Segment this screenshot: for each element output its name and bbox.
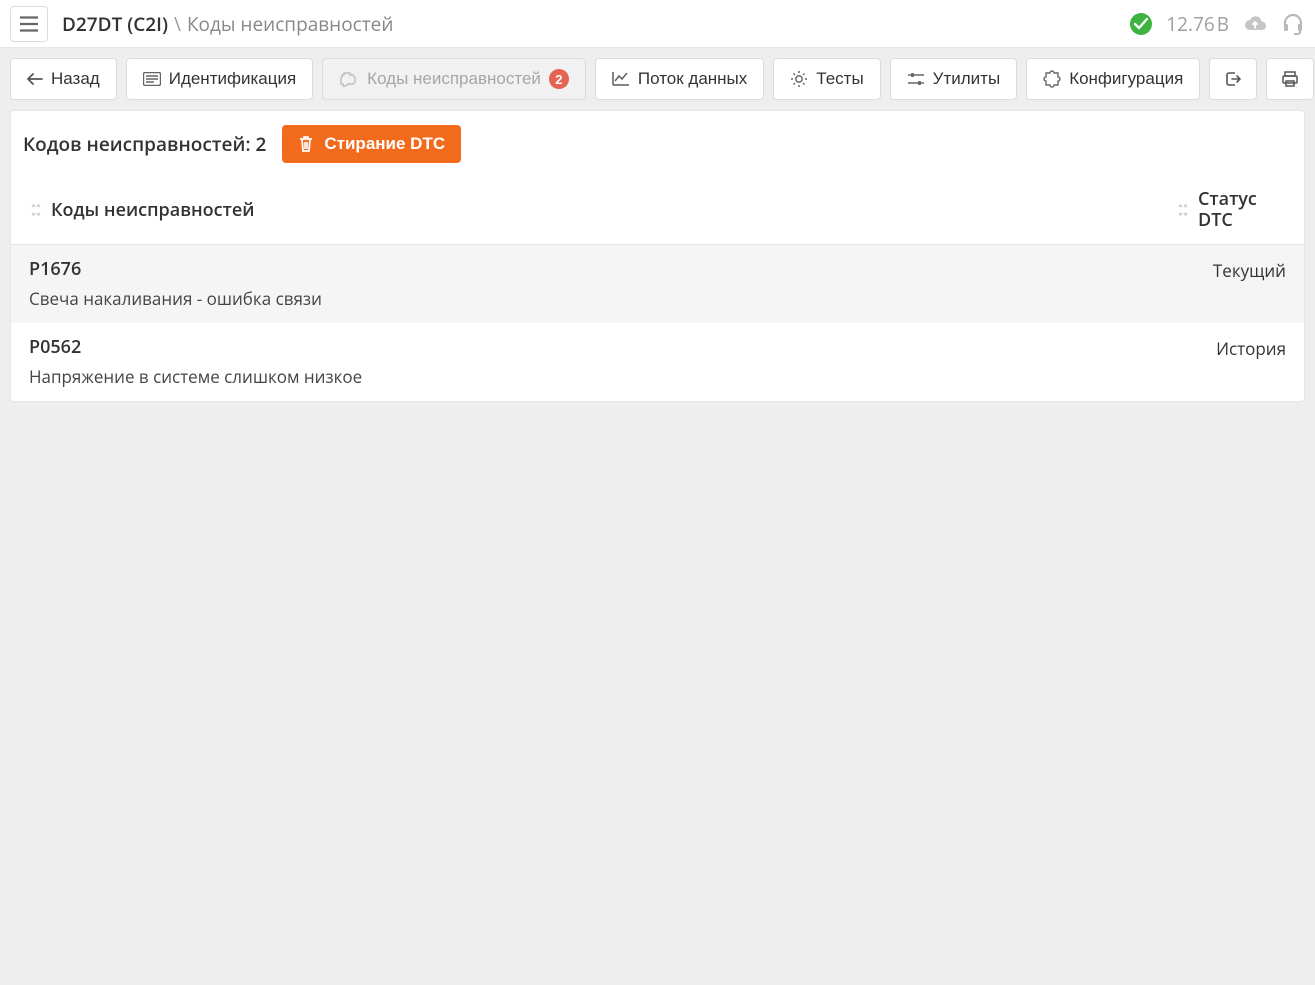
dtc-description: Напряжение в системе слишком низкое xyxy=(29,365,1176,388)
hamburger-icon xyxy=(20,16,38,32)
fault-codes-panel: Кодов неисправностей: 2 Стирание DTC Код… xyxy=(10,110,1305,402)
panel-title: Кодов неисправностей: 2 xyxy=(23,131,266,157)
toolbar: Назад Идентификация Коды неисправностей … xyxy=(0,48,1315,110)
table-row[interactable]: P1676 Свеча накаливания - ошибка связи Т… xyxy=(11,245,1304,323)
panel-title-count: 2 xyxy=(256,131,267,157)
topbar-right: 12.76В xyxy=(1130,11,1305,37)
column-header-status-line2: DTC xyxy=(1198,210,1257,231)
export-button[interactable] xyxy=(1209,58,1257,100)
dtc-table: Коды неисправностей Статус DTC P1676 Све… xyxy=(11,181,1304,401)
voltage-readout: 12.76В xyxy=(1166,11,1229,37)
table-header: Коды неисправностей Статус DTC xyxy=(11,181,1304,245)
status-ok-icon xyxy=(1130,13,1152,35)
table-row[interactable]: P0562 Напряжение в системе слишком низко… xyxy=(11,323,1304,401)
cloud-icon[interactable] xyxy=(1243,14,1267,34)
arrow-left-icon xyxy=(27,72,43,86)
breadcrumb-separator: \ xyxy=(174,11,181,37)
column-header-codes[interactable]: Коды неисправностей xyxy=(29,198,1176,222)
tab-identification-label: Идентификация xyxy=(169,69,296,89)
column-header-codes-label: Коды неисправностей xyxy=(51,198,254,222)
tab-configuration[interactable]: Конфигурация xyxy=(1026,58,1200,100)
back-button[interactable]: Назад xyxy=(10,58,117,100)
breadcrumb-device: D27DT (C2I) xyxy=(62,11,168,37)
voltage-value: 12.76 xyxy=(1166,11,1214,37)
dtc-code: P1676 xyxy=(29,257,1176,281)
printer-icon xyxy=(1281,70,1299,88)
erase-dtc-label: Стирание DTC xyxy=(324,134,445,154)
menu-button[interactable] xyxy=(10,6,48,42)
back-label: Назад xyxy=(51,69,100,89)
sort-icon xyxy=(29,202,41,218)
tab-identification[interactable]: Идентификация xyxy=(126,58,313,100)
engine-icon xyxy=(339,71,359,87)
sort-icon xyxy=(1176,202,1188,218)
tab-fault-codes-label: Коды неисправностей xyxy=(367,69,541,89)
trash-icon xyxy=(298,135,314,153)
column-header-status-line1: Статус xyxy=(1198,189,1257,210)
tab-utilities-label: Утилиты xyxy=(933,69,1001,89)
dtc-code: P0562 xyxy=(29,335,1176,359)
puzzle-icon xyxy=(1043,70,1061,88)
erase-dtc-button[interactable]: Стирание DTC xyxy=(282,125,461,163)
headset-icon[interactable] xyxy=(1281,12,1305,36)
list-icon xyxy=(143,72,161,86)
print-button[interactable] xyxy=(1266,58,1314,100)
fault-codes-badge: 2 xyxy=(549,69,569,89)
exit-icon xyxy=(1224,70,1242,88)
voltage-unit: В xyxy=(1217,11,1229,37)
chart-line-icon xyxy=(612,71,630,87)
tab-fault-codes[interactable]: Коды неисправностей 2 xyxy=(322,58,586,100)
tab-tests-label: Тесты xyxy=(816,69,863,89)
sliders-icon xyxy=(907,71,925,87)
tab-tests[interactable]: Тесты xyxy=(773,58,880,100)
sun-icon xyxy=(790,70,808,88)
tab-configuration-label: Конфигурация xyxy=(1069,69,1183,89)
topbar: D27DT (C2I) \ Коды неисправностей 12.76В xyxy=(0,0,1315,48)
panel-title-prefix: Кодов неисправностей: xyxy=(23,131,251,157)
breadcrumb: D27DT (C2I) \ Коды неисправностей xyxy=(62,11,393,37)
tab-data-stream[interactable]: Поток данных xyxy=(595,58,764,100)
column-header-status[interactable]: Статус DTC xyxy=(1176,189,1286,230)
dtc-description: Свеча накаливания - ошибка связи xyxy=(29,287,1176,310)
tab-data-stream-label: Поток данных xyxy=(638,69,747,89)
breadcrumb-page: Коды неисправностей xyxy=(187,11,393,37)
panel-header: Кодов неисправностей: 2 Стирание DTC xyxy=(11,111,1304,181)
dtc-status: История xyxy=(1176,335,1286,388)
tab-utilities[interactable]: Утилиты xyxy=(890,58,1018,100)
dtc-status: Текущий xyxy=(1176,257,1286,310)
